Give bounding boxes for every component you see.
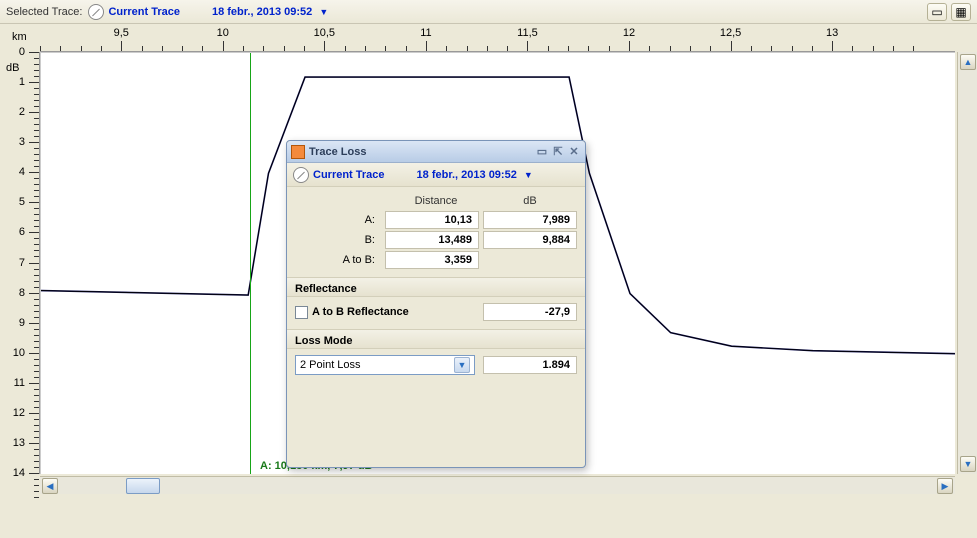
window-icon [291, 145, 305, 159]
atob-reflectance-label: A to B Reflectance [312, 306, 409, 318]
dialog-timestamp-text: 18 febr., 2013 09:52 [417, 169, 517, 181]
dialog-pin-button[interactable]: ⇱ [551, 145, 565, 159]
y-axis-unit: dB [6, 62, 19, 74]
y-tick-label: 3 [19, 136, 25, 148]
reflectance-section-header: Reflectance [287, 277, 585, 297]
dialog-current-trace-link[interactable]: Current Trace [313, 169, 385, 181]
vertical-scrollbar[interactable]: ▲ ▼ [957, 52, 977, 474]
caret-down-icon: ▼ [454, 357, 470, 373]
loss-value: 1.894 [483, 356, 577, 374]
y-tick-label: 5 [19, 196, 25, 208]
x-tick-label: 13 [826, 27, 838, 39]
x-tick-label: 11 [420, 27, 431, 39]
trace-timestamp-text: 18 febr., 2013 09:52 [212, 6, 312, 18]
loss-mode-selected-text: 2 Point Loss [300, 359, 361, 371]
y-tick-label: 6 [19, 226, 25, 238]
y-tick-label: 12 [13, 407, 25, 419]
a-db-value: 7,989 [483, 211, 577, 229]
y-tick-label: 2 [19, 106, 25, 118]
toolbar-button-2[interactable]: ▦ [951, 3, 971, 21]
selected-trace-label: Selected Trace: [6, 6, 82, 18]
toolbar-button-1[interactable]: ▭ [927, 3, 947, 21]
scroll-thumb[interactable] [126, 478, 160, 494]
atob-distance-value: 3,359 [385, 251, 479, 269]
y-ruler: dB 01234567891011121314 [0, 52, 40, 474]
trace-icon [88, 4, 104, 20]
cursor-a-line[interactable] [250, 53, 251, 474]
row-a-label: A: [295, 214, 381, 226]
row-b-label: B: [295, 234, 381, 246]
y-tick-label: 9 [19, 317, 25, 329]
col-db-header: dB [483, 193, 577, 209]
loss-mode-select[interactable]: 2 Point Loss ▼ [295, 355, 475, 375]
x-ruler: km 9,51010,51111,51212,513 [40, 24, 955, 52]
scroll-left-button[interactable]: ◀ [42, 478, 58, 494]
scroll-down-button[interactable]: ▼ [960, 456, 976, 472]
reflectance-value: -27,9 [483, 303, 577, 321]
trace-timestamp-dropdown[interactable]: 18 febr., 2013 09:52 ▼ [212, 6, 328, 18]
x-axis-unit: km [12, 31, 27, 43]
horizontal-scrollbar[interactable]: ◀ ▶ [40, 476, 955, 494]
dialog-dock-button[interactable]: ▭ [535, 145, 549, 159]
y-tick-label: 14 [13, 467, 25, 479]
trace-icon [293, 167, 309, 183]
b-db-value: 9,884 [483, 231, 577, 249]
scroll-right-button[interactable]: ▶ [937, 478, 953, 494]
x-tick-label: 11,5 [517, 27, 538, 39]
col-distance-header: Distance [389, 193, 483, 209]
y-tick-label: 11 [14, 377, 25, 389]
loss-mode-section-header: Loss Mode [287, 329, 585, 349]
current-trace-link[interactable]: Current Trace [108, 6, 180, 18]
a-distance-value: 10,13 [385, 211, 479, 229]
b-distance-value: 13,489 [385, 231, 479, 249]
y-tick-label: 7 [19, 257, 25, 269]
x-tick-label: 10,5 [314, 27, 335, 39]
selected-trace-toolbar: Selected Trace: Current Trace 18 febr., … [0, 0, 977, 24]
y-tick-label: 0 [19, 46, 25, 58]
y-tick-label: 4 [19, 166, 25, 178]
trace-loss-dialog: Trace Loss ▭ ⇱ ✕ Current Trace 18 febr.,… [286, 140, 586, 468]
row-atob-label: A to B: [295, 254, 381, 266]
y-tick-label: 13 [13, 437, 25, 449]
x-tick-label: 9,5 [114, 27, 129, 39]
dialog-title-text: Trace Loss [309, 146, 366, 158]
dialog-trace-row: Current Trace 18 febr., 2013 09:52 ▼ [287, 163, 585, 187]
y-tick-label: 8 [19, 287, 25, 299]
y-tick-label: 10 [13, 347, 25, 359]
x-tick-label: 12 [623, 27, 635, 39]
dialog-titlebar[interactable]: Trace Loss ▭ ⇱ ✕ [287, 141, 585, 163]
dialog-close-button[interactable]: ✕ [567, 145, 581, 159]
caret-down-icon: ▼ [319, 7, 328, 17]
y-tick-label: 1 [19, 76, 25, 88]
scroll-up-button[interactable]: ▲ [960, 54, 976, 70]
x-tick-label: 10 [217, 27, 229, 39]
caret-down-icon: ▼ [524, 170, 533, 180]
dialog-timestamp-dropdown[interactable]: 18 febr., 2013 09:52 ▼ [417, 169, 533, 181]
x-tick-label: 12,5 [720, 27, 741, 39]
atob-reflectance-checkbox[interactable] [295, 306, 308, 319]
